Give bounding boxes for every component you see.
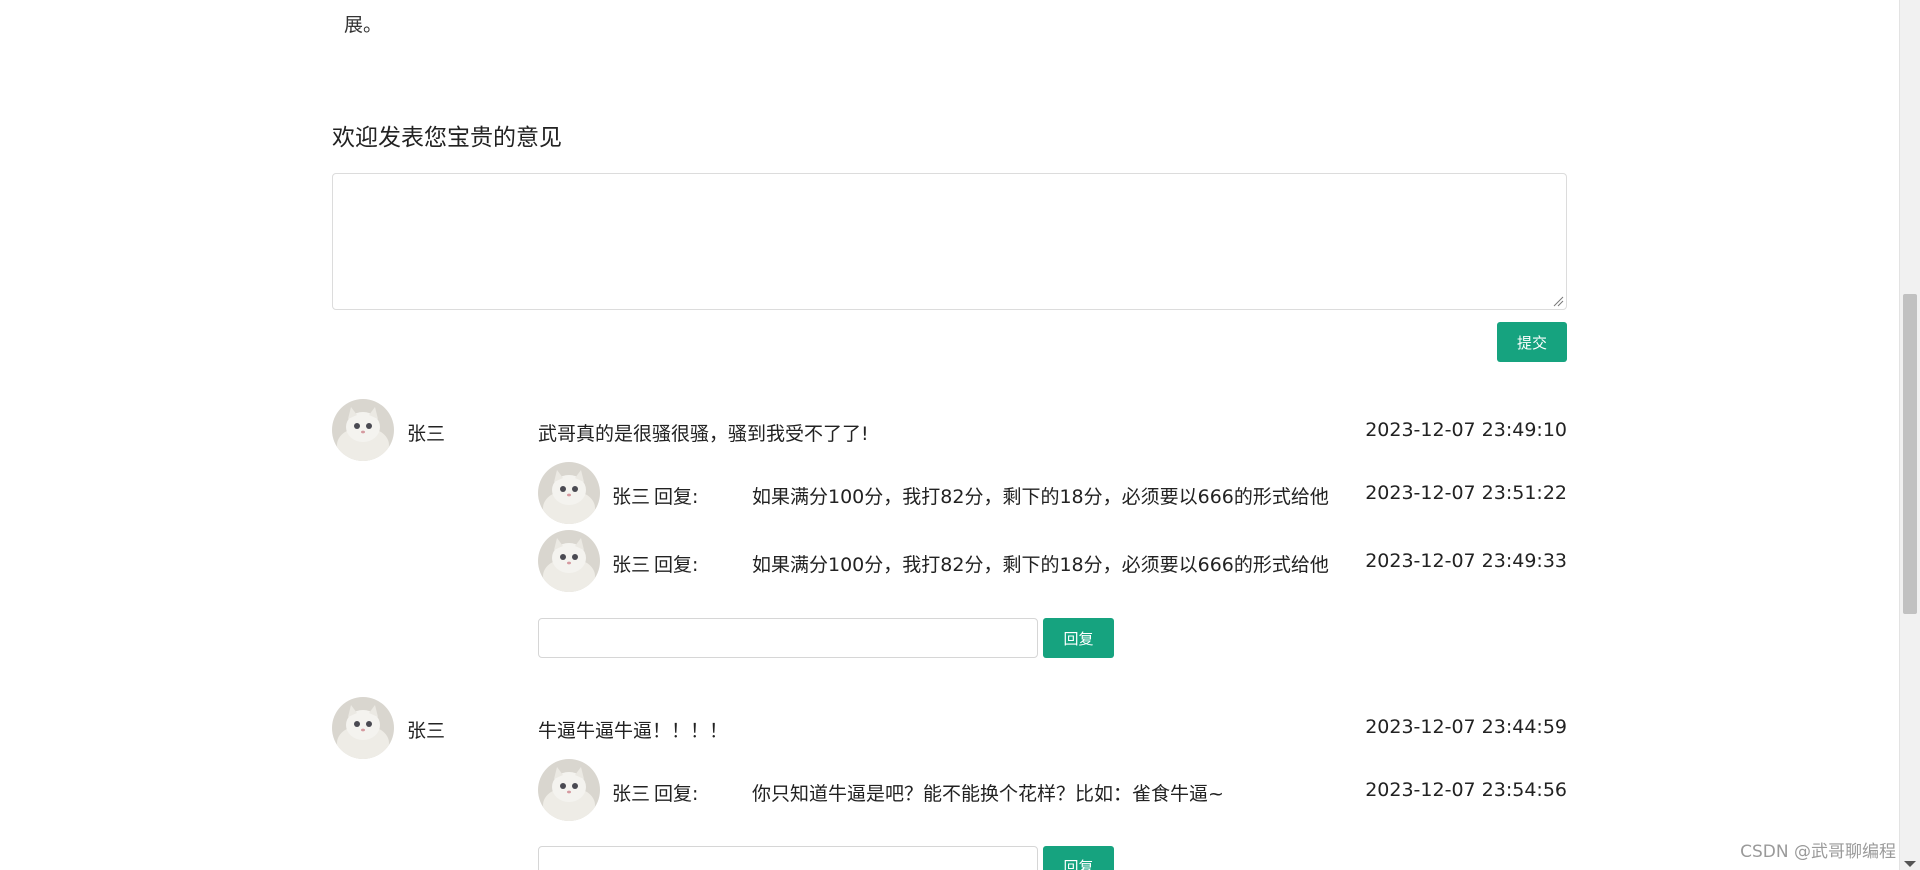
comment-textarea[interactable] bbox=[332, 173, 1567, 310]
reply-time: 2023-12-07 23:54:56 bbox=[1365, 779, 1567, 801]
reply-label: 回复: bbox=[654, 486, 699, 508]
reply-label: 回复: bbox=[654, 554, 699, 576]
reply-input[interactable] bbox=[538, 618, 1038, 658]
comment-content: 牛逼牛逼牛逼！！！！ bbox=[538, 720, 729, 742]
comment-time: 2023-12-07 23:44:59 bbox=[1365, 716, 1567, 738]
reply-button[interactable]: 回复 bbox=[1043, 618, 1114, 658]
page-scrollbar[interactable] bbox=[1899, 0, 1920, 870]
reply-input[interactable] bbox=[538, 846, 1038, 870]
avatar bbox=[332, 399, 394, 461]
avatar bbox=[332, 697, 394, 759]
avatar bbox=[538, 530, 600, 592]
cat-avatar-icon bbox=[538, 530, 600, 592]
scroll-down-arrow-icon[interactable] bbox=[1904, 861, 1916, 867]
article-trailing-text: 展。 bbox=[344, 14, 383, 36]
reply-content: 如果满分100分，我打82分，剩下的18分，必须要以666的形式给他 bbox=[752, 554, 1329, 576]
scrollbar-thumb[interactable] bbox=[1903, 294, 1917, 614]
submit-button[interactable]: 提交 bbox=[1497, 322, 1567, 362]
avatar bbox=[538, 759, 600, 821]
reply-label: 回复: bbox=[654, 783, 699, 805]
avatar bbox=[538, 462, 600, 524]
comment-page: 展。 欢迎发表您宝贵的意见 提交 张三 武哥真的是很骚很骚，骚到我受不了了! 2… bbox=[0, 0, 1920, 870]
comment-content: 武哥真的是很骚很骚，骚到我受不了了! bbox=[538, 423, 869, 445]
cat-avatar-icon bbox=[332, 697, 394, 759]
reply-user: 张三 bbox=[612, 554, 651, 576]
cat-avatar-icon bbox=[538, 462, 600, 524]
comment-user: 张三 bbox=[407, 720, 446, 742]
comment-user: 张三 bbox=[407, 423, 446, 445]
reply-time: 2023-12-07 23:51:22 bbox=[1365, 482, 1567, 504]
reply-user: 张三 bbox=[612, 486, 651, 508]
cat-avatar-icon bbox=[332, 399, 394, 461]
comment-section-title: 欢迎发表您宝贵的意见 bbox=[332, 125, 562, 151]
reply-content: 如果满分100分，我打82分，剩下的18分，必须要以666的形式给他 bbox=[752, 486, 1329, 508]
reply-button[interactable]: 回复 bbox=[1043, 846, 1114, 870]
comment-time: 2023-12-07 23:49:10 bbox=[1365, 419, 1567, 441]
reply-time: 2023-12-07 23:49:33 bbox=[1365, 550, 1567, 572]
watermark: CSDN @武哥聊编程 bbox=[1740, 842, 1896, 862]
reply-content: 你只知道牛逼是吧？能不能换个花样？比如：雀食牛逼~ bbox=[752, 783, 1224, 805]
reply-user: 张三 bbox=[612, 783, 651, 805]
cat-avatar-icon bbox=[538, 759, 600, 821]
